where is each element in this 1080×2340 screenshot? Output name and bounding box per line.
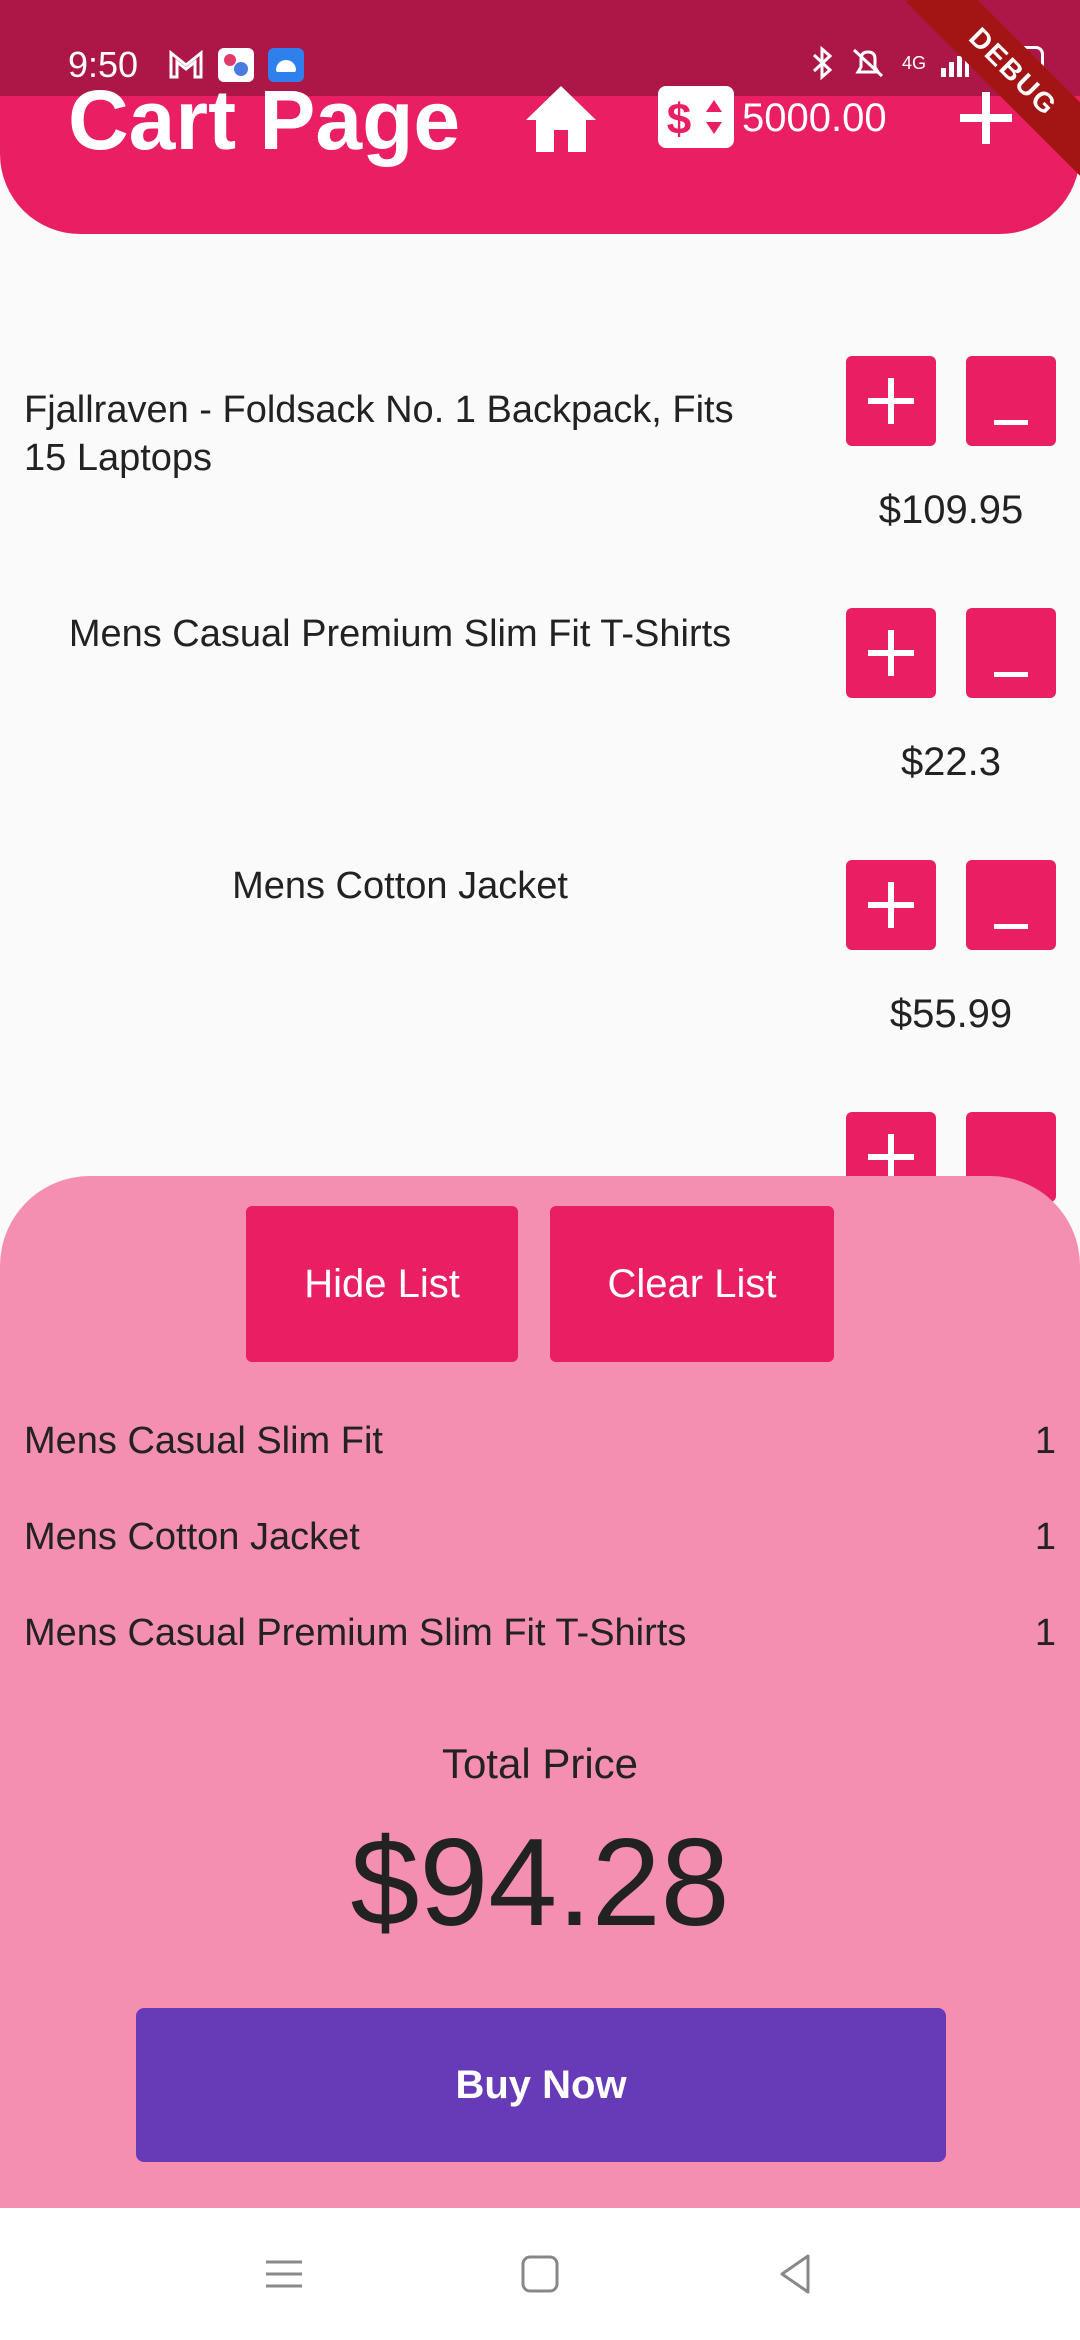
clear-list-button[interactable]: Clear List [550, 1206, 834, 1362]
item-name: Fjallraven - Foldsack No. 1 Backpack, Fi… [24, 389, 734, 479]
network-type: 4G [901, 52, 926, 73]
minus-icon [994, 672, 1028, 677]
summary-item-qty: 1 [1034, 1420, 1056, 1462]
plus-icon [868, 378, 914, 424]
minus-icon [994, 924, 1028, 929]
svg-text:$: $ [667, 95, 691, 144]
decrease-qty-button[interactable] [966, 608, 1056, 698]
item-name: Mens Casual Premium Slim Fit T-Shirts [68, 613, 732, 655]
cart-list[interactable]: Fjallraven - Foldsack No. 1 Backpack, Fi… [0, 234, 1080, 1202]
plus-icon [868, 882, 914, 928]
total-price-label: Total Price [441, 1740, 639, 1787]
back-icon[interactable] [774, 2252, 818, 2296]
cart-item: Fjallraven - Foldsack No. 1 Backpack, Fi… [0, 234, 1080, 532]
increase-qty-button[interactable] [846, 356, 936, 446]
summary-item-name: Mens Cotton Jacket [24, 1516, 360, 1558]
home-nav-icon[interactable] [518, 2252, 562, 2296]
summary-item-name: Mens Casual Premium Slim Fit T-Shirts [24, 1612, 687, 1654]
mute-icon [852, 48, 884, 78]
decrease-qty-button[interactable] [966, 860, 1056, 950]
cart-summary-sheet: Hide List Clear List Mens Casual Slim Fi… [0, 1176, 1080, 2208]
home-icon[interactable] [524, 84, 598, 154]
cart-item: Mens Casual Premium Slim Fit T-Shirts $2… [0, 486, 1080, 784]
buy-now-button[interactable]: Buy Now [136, 2008, 946, 2162]
decrease-qty-button[interactable] [966, 356, 1056, 446]
plus-icon [868, 630, 914, 676]
menu-icon[interactable] [262, 2252, 306, 2296]
summary-item-qty: 1 [1034, 1612, 1056, 1654]
total-price-value: $94.28 [350, 1814, 730, 1952]
cart-item: Mens Cotton Jacket $55.99 [0, 738, 1080, 1036]
navigation-bar [0, 2208, 1080, 2340]
minus-icon [994, 420, 1028, 425]
increase-qty-button[interactable] [846, 608, 936, 698]
summary-item-qty: 1 [1034, 1516, 1056, 1558]
bluetooth-icon [812, 46, 833, 80]
hide-list-button[interactable]: Hide List [246, 1206, 518, 1362]
item-name: Mens Cotton Jacket [232, 865, 568, 907]
balance-amount: 5000.00 [742, 96, 887, 140]
money-exchange-icon[interactable]: $ [658, 86, 734, 148]
increase-qty-button[interactable] [846, 860, 936, 950]
summary-item-name: Mens Casual Slim Fit [24, 1420, 383, 1462]
page-title: Cart Page [68, 73, 461, 167]
